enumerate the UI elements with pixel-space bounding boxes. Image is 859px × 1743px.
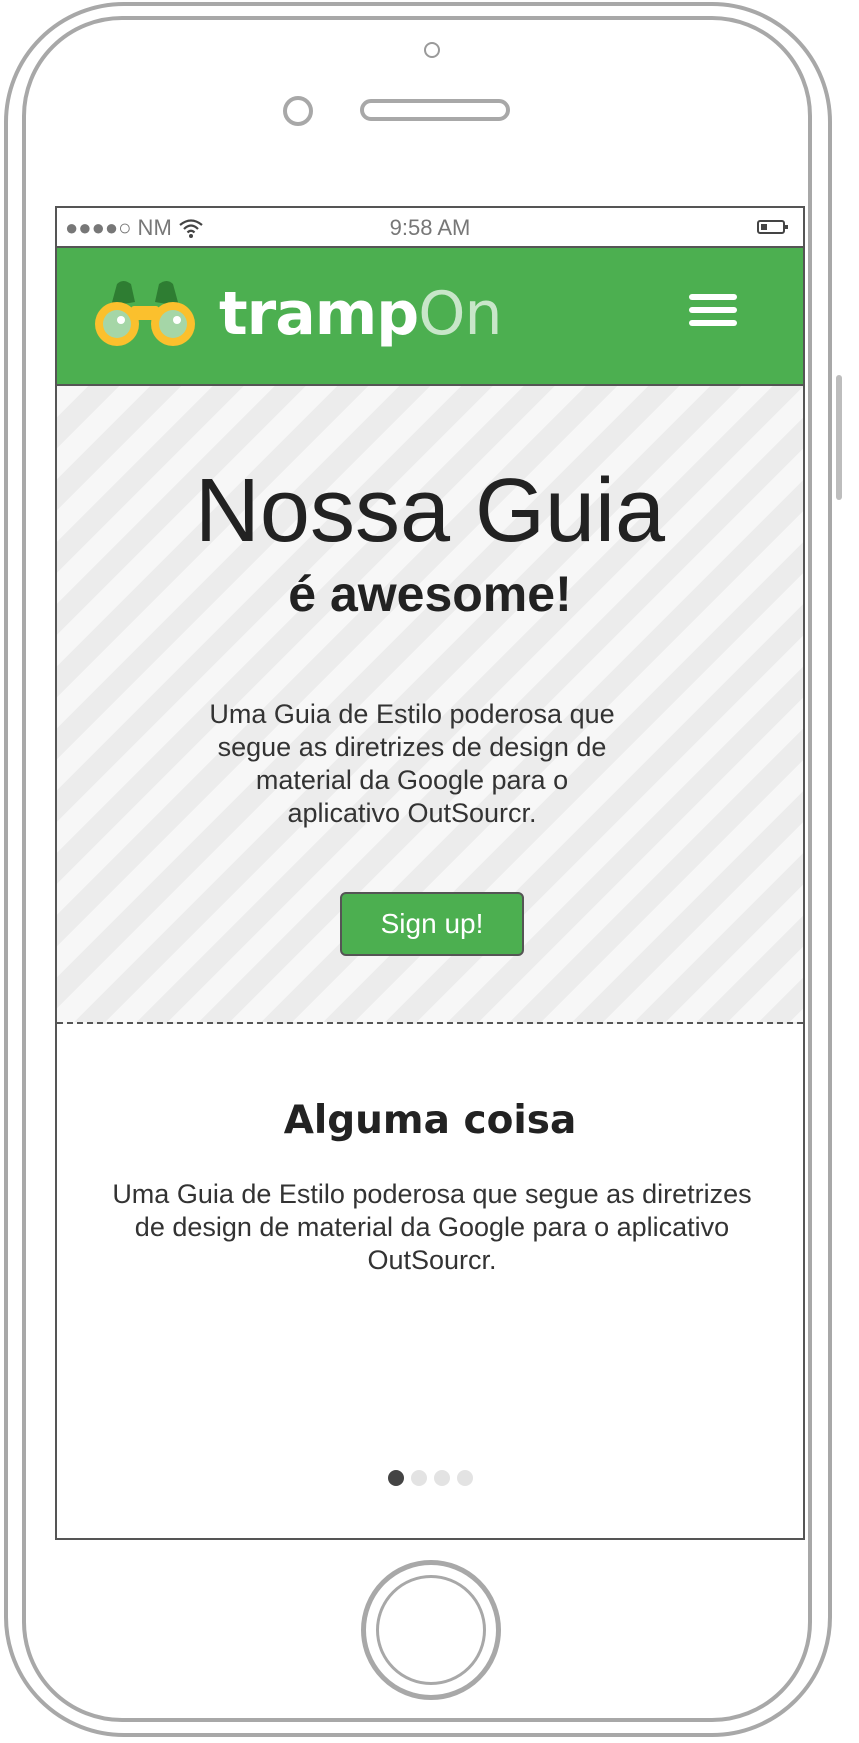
logo[interactable]: trampOn xyxy=(91,278,503,350)
hero-subtitle: é awesome! xyxy=(288,566,572,622)
binoculars-icon xyxy=(95,281,195,346)
battery-icon xyxy=(757,220,788,234)
proximity-sensor-icon xyxy=(283,96,313,126)
hamburger-menu-icon[interactable] xyxy=(689,294,737,332)
section-description: Uma Guia de Estilo poderosa que segue as… xyxy=(112,1179,752,1275)
side-button xyxy=(836,375,842,500)
logo-text-tramp: tramp xyxy=(219,279,419,349)
logo-text-on: On xyxy=(418,279,502,349)
status-time: 9:58 AM xyxy=(389,215,471,240)
hero-title: Nossa Guia xyxy=(194,461,666,561)
page-dot-3[interactable] xyxy=(433,1470,450,1486)
page-indicator xyxy=(57,1470,803,1486)
logo-text: trampOn xyxy=(219,284,503,344)
page-dot-2[interactable] xyxy=(410,1470,427,1486)
hero-description: Uma Guia de Estilo poderosa que segue as… xyxy=(209,699,615,828)
app-screen: ●●●●○ NM 9:58 AM trampOn Nossa Guia é aw… xyxy=(55,206,805,1540)
app-header: trampOn xyxy=(57,248,803,386)
page-dot-4[interactable] xyxy=(456,1470,473,1486)
status-bar: ●●●●○ NM 9:58 AM xyxy=(57,208,803,248)
home-button-ring xyxy=(376,1575,486,1685)
front-camera-icon xyxy=(424,42,440,58)
signup-button[interactable]: Sign up! xyxy=(340,892,524,956)
earpiece-speaker-icon xyxy=(360,99,510,121)
hero-section: Nossa Guia é awesome! Uma Guia de Estilo… xyxy=(57,386,803,1024)
page-dot-1[interactable] xyxy=(387,1470,404,1486)
section-title: Alguma coisa xyxy=(283,1098,577,1143)
home-button[interactable] xyxy=(361,1560,501,1700)
